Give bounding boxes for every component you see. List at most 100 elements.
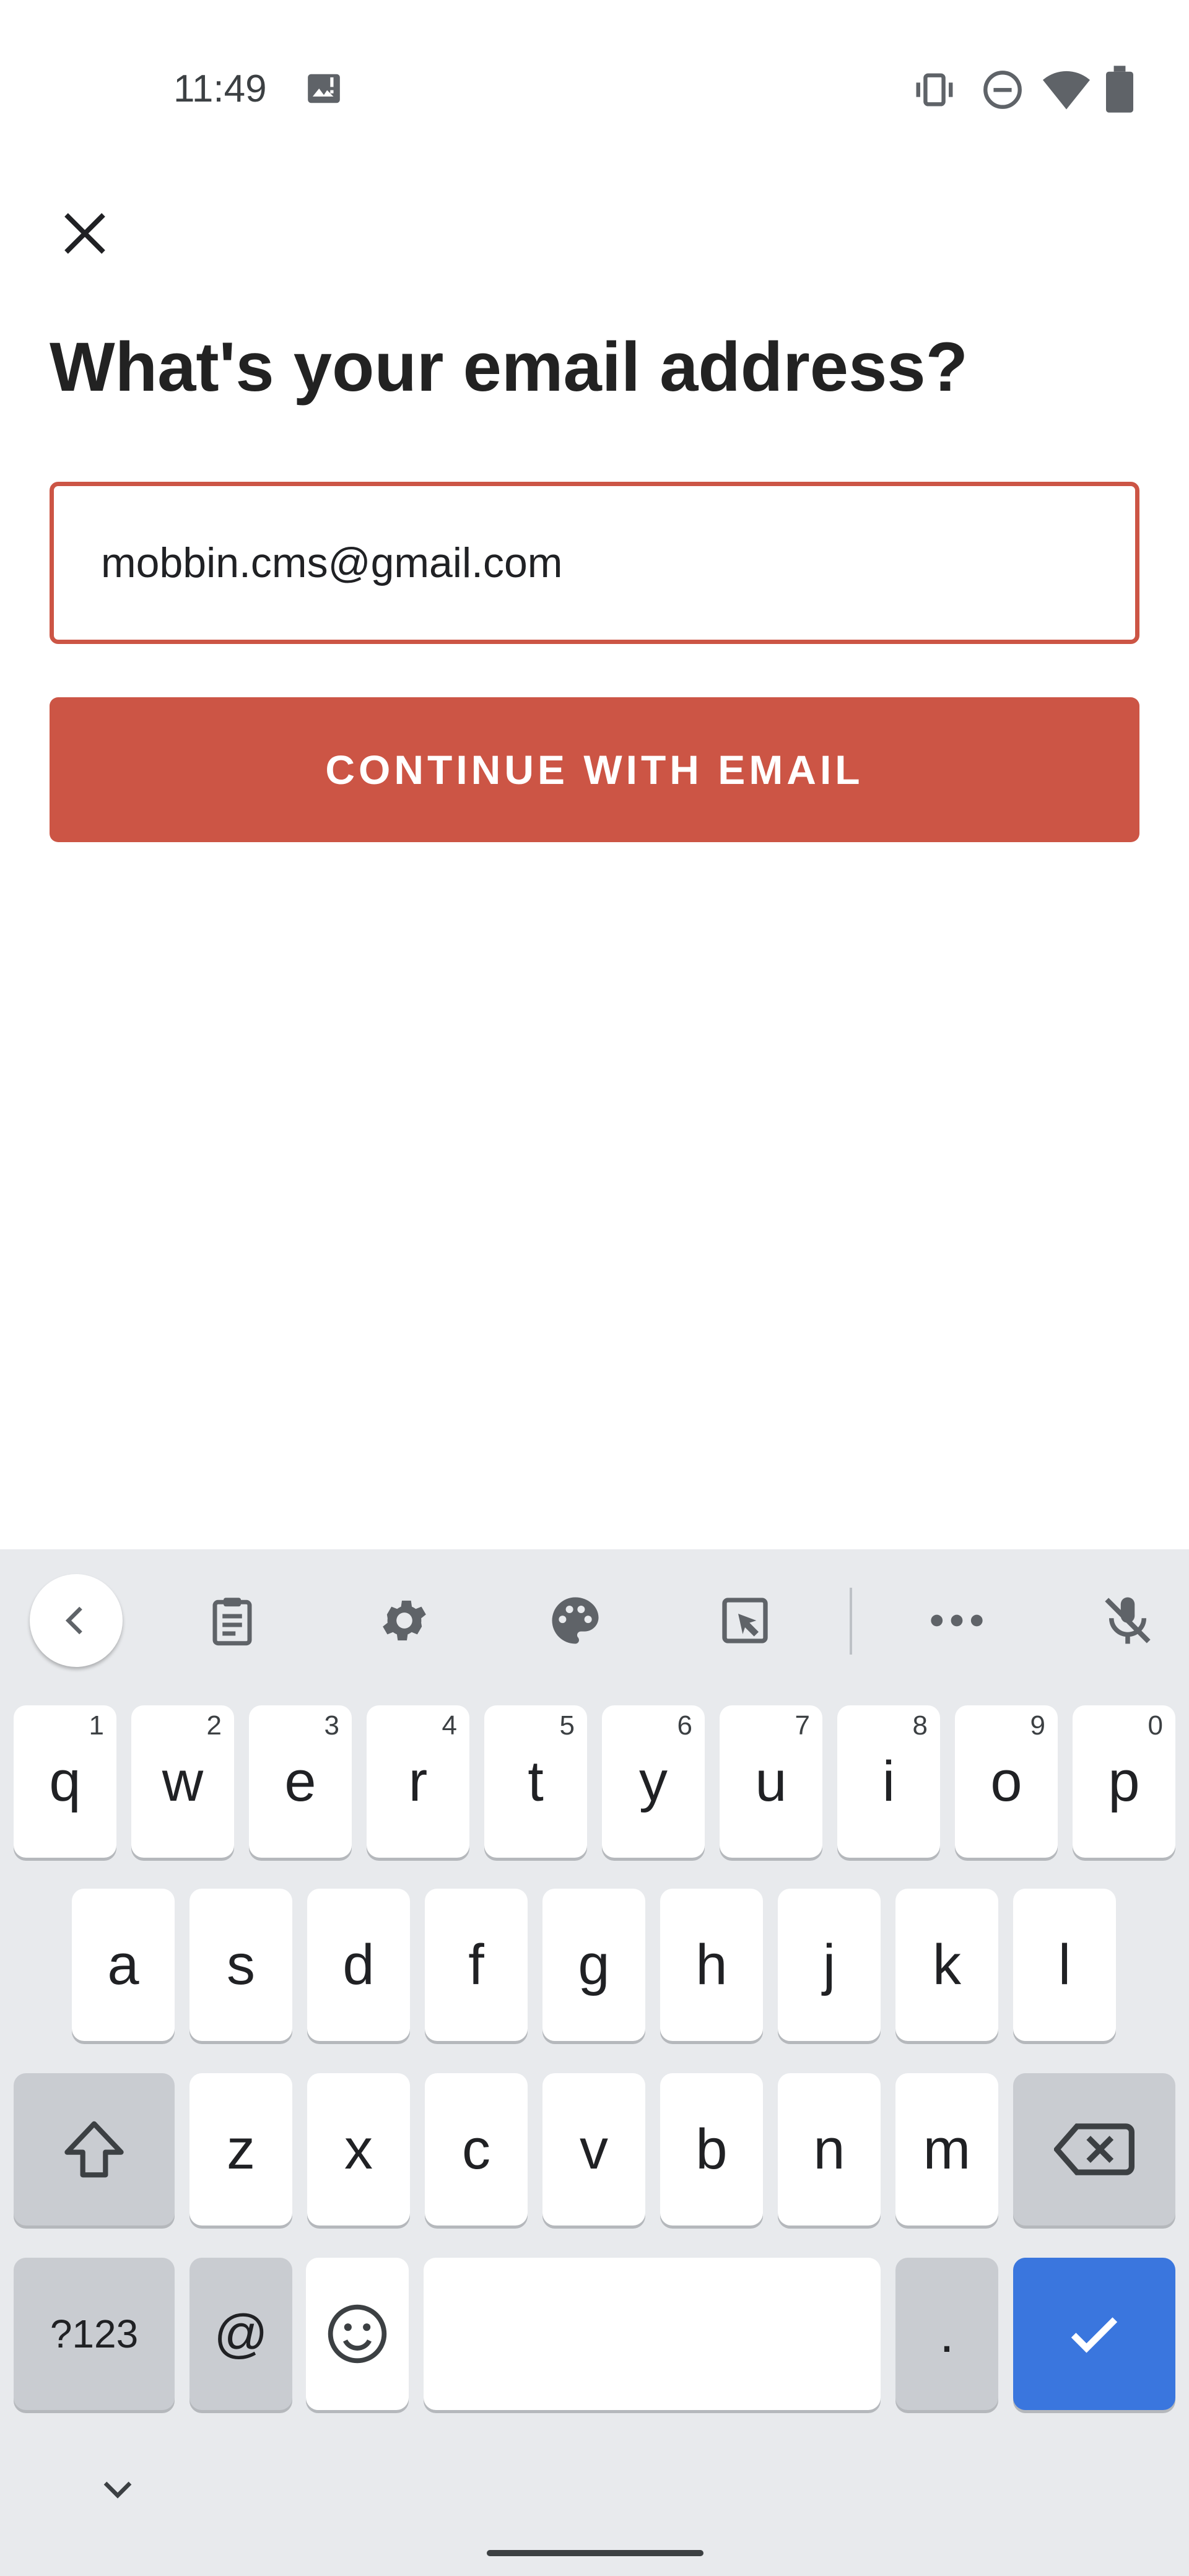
voice-input-button[interactable] [1081, 1574, 1174, 1667]
key-f[interactable]: f [425, 1889, 528, 2041]
clipboard-icon [212, 1598, 252, 1646]
key-y-label: y [639, 1750, 668, 1813]
close-button[interactable] [43, 192, 126, 275]
key-i-hint: 8 [912, 1710, 928, 1741]
theme-button[interactable] [529, 1574, 622, 1667]
status-time: 11:49 [173, 67, 267, 110]
wifi-icon [1043, 68, 1090, 115]
key-q-label: q [49, 1750, 81, 1813]
key-k[interactable]: k [895, 1889, 998, 2041]
key-r-hint: 4 [442, 1710, 457, 1741]
key-d[interactable]: d [307, 1889, 410, 2041]
key-z[interactable]: z [189, 2073, 292, 2226]
at-key[interactable]: @ [189, 2258, 292, 2410]
period-key[interactable]: . [895, 2258, 998, 2410]
image-notification-icon [305, 69, 343, 111]
emoji-key[interactable] [306, 2258, 409, 2410]
more-button[interactable] [910, 1574, 1003, 1667]
key-t-label: t [528, 1750, 544, 1813]
key-b[interactable]: b [660, 2073, 763, 2226]
vibrate-icon [913, 68, 956, 115]
key-a[interactable]: a [72, 1889, 175, 2041]
key-l[interactable]: l [1013, 1889, 1116, 2041]
key-f-label: f [468, 1933, 484, 1996]
back-chevron-icon [65, 1606, 82, 1635]
key-h-label: h [695, 1933, 728, 1996]
key-r-label: r [408, 1750, 428, 1813]
key-p-hint: 0 [1148, 1710, 1163, 1741]
enter-key[interactable] [1013, 2258, 1175, 2410]
backspace-icon [1054, 2123, 1135, 2175]
key-p[interactable]: p0 [1073, 1705, 1175, 1858]
key-w[interactable]: w2 [131, 1705, 234, 1858]
key-m-label: m [923, 2118, 971, 2181]
key-s[interactable]: s [189, 1889, 292, 2041]
key-h[interactable]: h [660, 1889, 763, 2041]
key-o-hint: 9 [1030, 1710, 1045, 1741]
key-o-label: o [990, 1750, 1022, 1813]
key-z-label: z [227, 2118, 255, 2181]
continue-with-email-button[interactable]: CONTINUE WITH EMAIL [50, 697, 1139, 842]
shift-icon [64, 2121, 124, 2178]
toolbar-back-button[interactable] [30, 1574, 123, 1667]
key-m[interactable]: m [895, 2073, 998, 2226]
key-g-label: g [578, 1933, 610, 1996]
key-j[interactable]: j [778, 1889, 881, 2041]
key-c-label: c [462, 2118, 490, 2181]
checkmark-icon [1071, 2317, 1118, 2353]
emoji-icon [328, 2304, 387, 2364]
key-c[interactable]: c [425, 2073, 528, 2226]
toolbar-divider [850, 1588, 852, 1655]
battery-icon [1106, 66, 1133, 116]
key-e-label: e [284, 1750, 316, 1813]
key-o[interactable]: o9 [955, 1705, 1058, 1858]
key-b-label: b [695, 2118, 728, 2181]
palette-icon [552, 1597, 599, 1644]
chevron-down-icon [103, 2481, 132, 2499]
key-u-hint: 7 [795, 1710, 810, 1741]
key-t[interactable]: t5 [484, 1705, 587, 1858]
key-n[interactable]: n [778, 2073, 881, 2226]
clipboard-button[interactable] [186, 1574, 279, 1667]
gear-icon [383, 1600, 426, 1641]
key-e-hint: 3 [324, 1710, 339, 1741]
key-r[interactable]: r4 [367, 1705, 469, 1858]
email-field[interactable]: mobbin.cms@gmail.com [50, 482, 1139, 644]
one-handed-mode-icon [722, 1598, 768, 1643]
key-e[interactable]: e3 [249, 1705, 352, 1858]
key-v-label: v [580, 2118, 608, 2181]
key-v[interactable]: v [542, 2073, 645, 2226]
space-key[interactable] [424, 2258, 881, 2410]
key-q[interactable]: q1 [14, 1705, 116, 1858]
do-not-disturb-icon [981, 68, 1024, 115]
key-p-label: p [1108, 1750, 1140, 1813]
key-i[interactable]: i8 [837, 1705, 940, 1858]
key-d-label: d [342, 1933, 375, 1996]
hide-keyboard-button[interactable] [93, 2471, 142, 2511]
keyboard: ?123 @ . q1w2e3r4t5y6u7i8o9p0asdfghjklzx… [0, 1549, 1189, 2576]
key-x[interactable]: x [307, 2073, 410, 2226]
backspace-key[interactable] [1013, 2073, 1175, 2226]
key-w-hint: 2 [206, 1710, 222, 1741]
key-q-hint: 1 [89, 1710, 104, 1741]
key-l-label: l [1058, 1933, 1071, 1996]
email-value: mobbin.cms@gmail.com [101, 539, 563, 586]
at-key-label: @ [214, 2304, 268, 2364]
key-i-label: i [882, 1750, 895, 1813]
key-u[interactable]: u7 [720, 1705, 822, 1858]
key-w-label: w [162, 1750, 204, 1813]
key-y[interactable]: y6 [602, 1705, 705, 1858]
key-u-label: u [755, 1750, 787, 1813]
key-s-label: s [227, 1933, 255, 1996]
home-indicator[interactable] [487, 2550, 703, 2556]
one-handed-mode-button[interactable] [699, 1574, 791, 1667]
shift-key[interactable] [14, 2073, 175, 2226]
key-j-label: j [822, 1933, 836, 1996]
close-icon [64, 213, 105, 254]
key-y-hint: 6 [677, 1710, 692, 1741]
symbols-key[interactable]: ?123 [14, 2258, 175, 2410]
key-g[interactable]: g [542, 1889, 645, 2041]
status-bar: 11:49 [0, 0, 1189, 180]
mic-off-icon [1105, 1597, 1151, 1644]
settings-button[interactable] [358, 1574, 451, 1667]
